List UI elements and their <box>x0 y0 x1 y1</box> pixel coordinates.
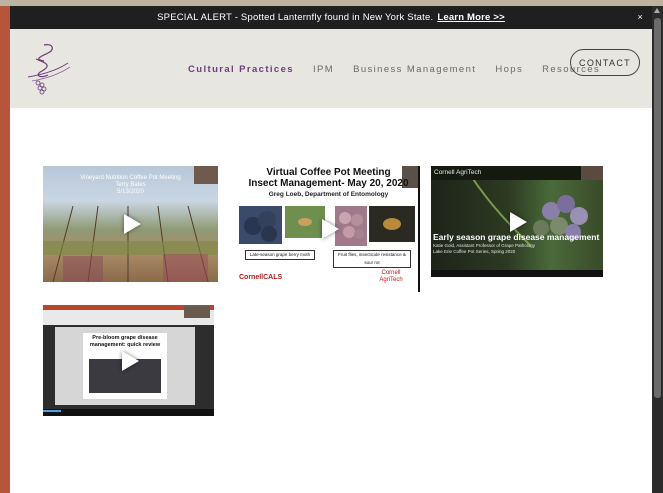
play-icon <box>321 219 339 239</box>
video-subtitle: Insect Management- May 20, 2020 <box>248 178 409 189</box>
video-control-bar[interactable] <box>431 270 603 277</box>
cornell-agritech-logo: Cornell AgriTech <box>379 270 403 283</box>
nav-business-management[interactable]: Business Management <box>353 64 476 75</box>
video-title: Virtual Coffee Pot Meeting <box>266 167 391 178</box>
site-logo[interactable] <box>22 41 74 97</box>
fruit-fly-photo <box>369 206 415 242</box>
main-nav: Cultural Practices IPM Business Manageme… <box>188 64 619 75</box>
video-presenter: Greg Loeb, Department of Entomology <box>268 191 389 198</box>
scroll-up-icon[interactable] <box>654 8 660 13</box>
site-header: Cultural Practices IPM Business Manageme… <box>10 29 652 108</box>
cornell-cals-logo: CornellCALS <box>239 274 283 281</box>
learn-more-link[interactable]: Learn More >> <box>437 12 505 23</box>
play-icon <box>121 350 139 371</box>
page-scrollbar[interactable] <box>652 6 663 493</box>
berry-moth-photo <box>239 206 282 244</box>
alert-bar: SPECIAL ALERT - Spotted Lanternfly found… <box>10 6 652 29</box>
scrollbar-thumb[interactable] <box>654 18 661 398</box>
nav-cultural-practices[interactable]: Cultural Practices <box>188 64 294 75</box>
video-presenter: Terry Bates <box>115 182 146 188</box>
grape-rot-photo <box>335 206 367 246</box>
cornell-agritech-brand: Cornell AgriTech <box>434 169 482 176</box>
video-series: Lake Erie Coffee Pot Series, Spring 2020 <box>433 249 516 254</box>
caption-right: Fruit flies, insecticide resistance & so… <box>333 250 411 268</box>
contact-button[interactable]: CONTACT <box>570 49 640 76</box>
video-thumbnail-insect-management[interactable]: Virtual Coffee Pot Meeting Insect Manage… <box>237 166 420 292</box>
video-thumbnail-pre-bloom[interactable]: Pre-bloom grape disease management: quic… <box>43 305 214 416</box>
video-control-bar[interactable] <box>43 409 214 416</box>
slide-title: Pre-bloom grape disease management: quic… <box>89 335 161 348</box>
video-title: Early season grape disease management <box>433 232 600 242</box>
video-thumbnail-disease-management[interactable]: Cornell AgriTech Early season grape dise… <box>431 166 603 277</box>
presenter-webcam <box>184 306 210 318</box>
video-presenter: Katie Gold, Assistant Professor of Grape… <box>433 243 536 248</box>
nav-hops[interactable]: Hops <box>495 64 523 75</box>
play-icon <box>123 214 141 234</box>
caption-left: Late-season grape berry moth <box>245 250 315 260</box>
close-icon[interactable]: × <box>638 12 643 22</box>
presenter-webcam <box>581 166 603 180</box>
nav-ipm[interactable]: IPM <box>313 64 334 75</box>
play-icon <box>510 211 527 232</box>
video-title: Vineyard Nutrition Coffee Pot Meeting <box>80 175 181 181</box>
alert-text: SPECIAL ALERT - Spotted Lanternfly found… <box>157 12 434 23</box>
video-thumbnail-nutrition[interactable]: Vineyard Nutrition Coffee Pot Meeting Te… <box>43 166 218 282</box>
video-date: 5/13/2020 <box>117 189 144 195</box>
insect-photo <box>285 206 325 238</box>
web-page: SPECIAL ALERT - Spotted Lanternfly found… <box>10 6 652 493</box>
